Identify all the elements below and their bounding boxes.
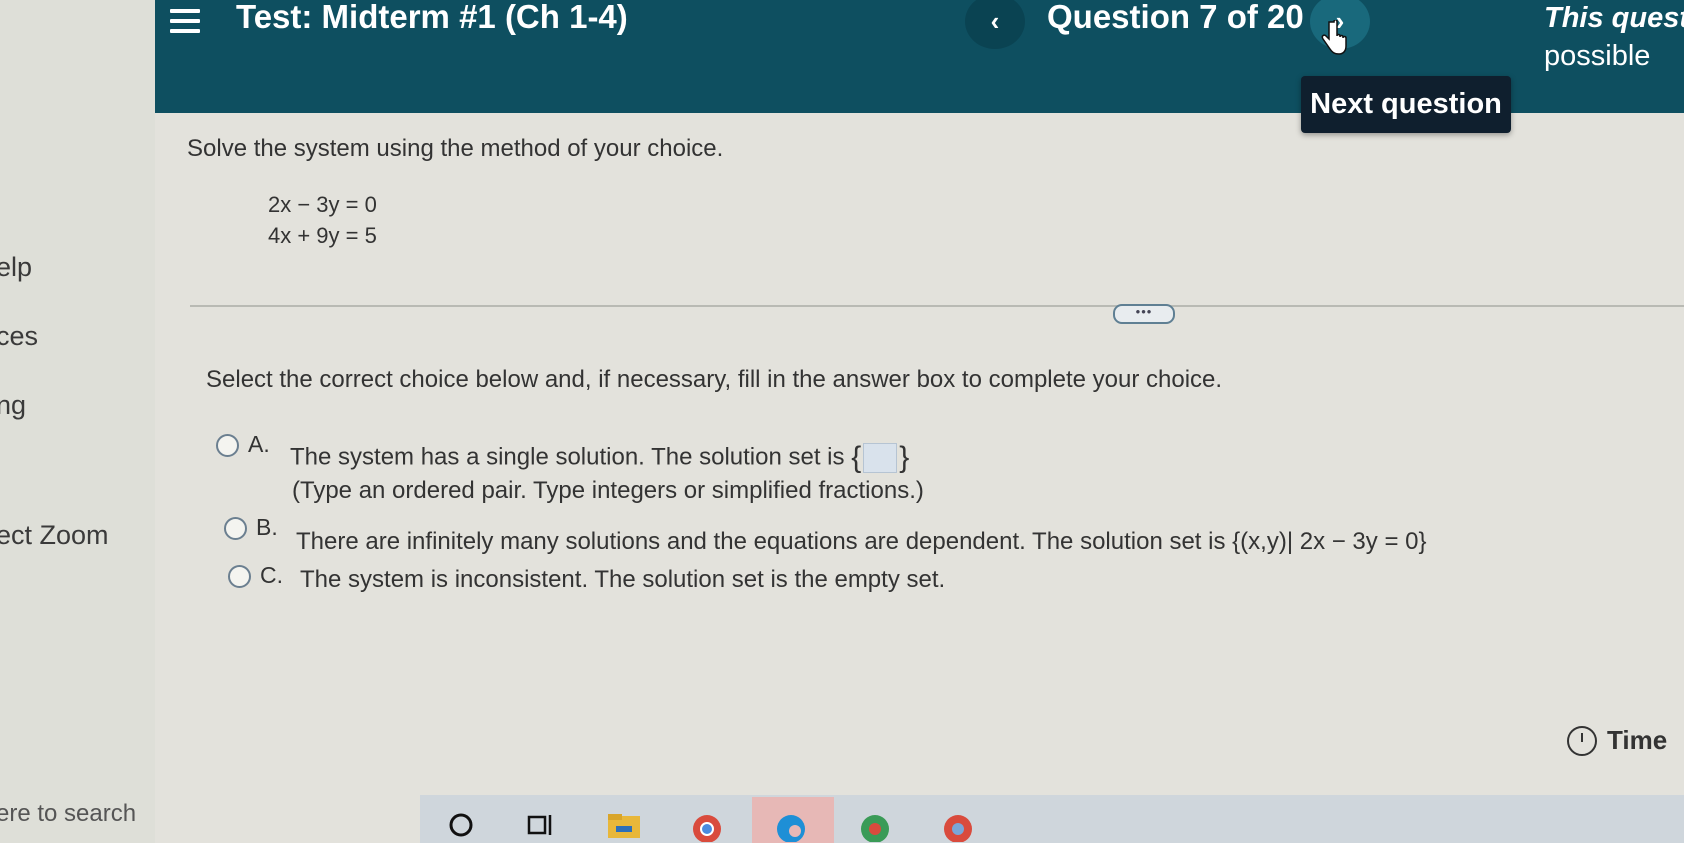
time-indicator[interactable]: Time bbox=[1567, 725, 1667, 756]
close-brace: } bbox=[899, 441, 910, 474]
question-info-line2: possible bbox=[1544, 40, 1651, 72]
answer-input-box[interactable] bbox=[863, 443, 898, 473]
question-info-line1: This questi bbox=[1544, 2, 1684, 34]
open-brace: { bbox=[851, 441, 862, 474]
choice-c-letter: C. bbox=[260, 562, 283, 588]
choice-b-letter: B. bbox=[256, 514, 278, 540]
question-counter: Question 7 of 20 bbox=[1047, 0, 1304, 35]
sidebar-item-help[interactable]: elp bbox=[0, 252, 32, 283]
chrome-profile-icon[interactable] bbox=[857, 812, 893, 842]
expand-more-button[interactable]: ••• bbox=[1113, 304, 1175, 324]
next-question-tooltip: Next question bbox=[1301, 76, 1511, 133]
choice-a-letter: A. bbox=[248, 431, 270, 457]
cortana-circle-icon[interactable] bbox=[448, 812, 474, 838]
hand-cursor-icon bbox=[1321, 20, 1347, 55]
section-divider bbox=[190, 305, 1684, 307]
time-label: Time bbox=[1607, 725, 1668, 755]
choice-instruction: Select the correct choice below and, if … bbox=[206, 366, 1223, 393]
chrome-alt-icon[interactable] bbox=[940, 812, 976, 842]
sidebar: elp ces ng ect Zoom ere to search bbox=[0, 0, 155, 843]
test-title: Test: Midterm #1 (Ch 1-4) bbox=[236, 0, 628, 35]
choice-a-radio[interactable] bbox=[216, 434, 239, 457]
choice-b-text-row: There are infinitely many solutions and … bbox=[296, 528, 1427, 556]
chrome-icon[interactable] bbox=[690, 812, 724, 842]
edge-icon[interactable] bbox=[773, 812, 809, 842]
equation-1: 2x − 3y = 0 bbox=[268, 192, 377, 217]
question-prompt: Solve the system using the method of you… bbox=[187, 135, 724, 162]
choice-b-solution-set: {(x,y)| 2x − 3y = 0} bbox=[1232, 528, 1427, 555]
sidebar-item-resources[interactable]: ces bbox=[0, 321, 38, 352]
hamburger-menu-icon[interactable] bbox=[170, 6, 200, 36]
taskbar-search-text[interactable]: ere to search bbox=[0, 800, 136, 828]
task-view-icon[interactable] bbox=[527, 812, 555, 838]
sidebar-item-ng[interactable]: ng bbox=[0, 390, 26, 421]
file-explorer-icon[interactable] bbox=[606, 812, 642, 840]
choice-a-text: The system has a single solution. The so… bbox=[290, 443, 845, 471]
choice-b-radio[interactable] bbox=[224, 517, 247, 540]
clock-icon bbox=[1567, 725, 1597, 756]
choice-c-radio[interactable] bbox=[228, 565, 251, 588]
choice-c-text: The system is inconsistent. The solution… bbox=[300, 566, 946, 593]
equation-2: 4x + 9y = 5 bbox=[268, 223, 377, 248]
choice-a-text-row: The system has a single solution. The so… bbox=[290, 441, 909, 475]
choice-b-text: There are infinitely many solutions and … bbox=[296, 528, 1226, 555]
choice-a-note: (Type an ordered pair. Type integers or … bbox=[292, 477, 924, 504]
sidebar-item-select-zoom[interactable]: ect Zoom bbox=[0, 520, 109, 551]
